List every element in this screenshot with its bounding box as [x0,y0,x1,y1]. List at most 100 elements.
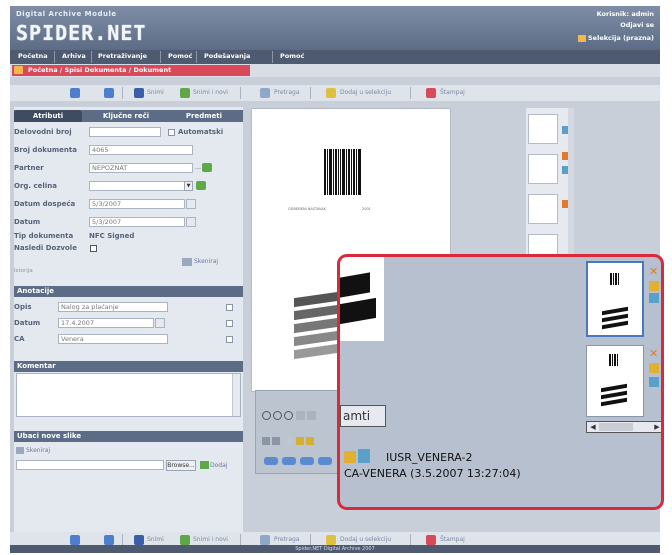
thumbnail-h-scrollbar[interactable]: ◀ ▶ [586,421,661,433]
back-icon[interactable] [70,535,80,545]
fast-forward-icon[interactable] [318,457,332,465]
save-button-bottom[interactable]: Snimi [147,536,164,543]
next-page-icon[interactable] [296,437,304,445]
opis-input[interactable]: Nalog za plaćanje [58,302,168,312]
save-new-icon[interactable] [180,88,190,98]
add-selection-icon[interactable] [326,88,336,98]
menu-podesavanja[interactable]: Podešavanja [204,52,250,60]
forward-icon[interactable] [104,535,114,545]
scrollbar[interactable] [232,374,240,416]
tab-kljucne-reci[interactable]: Ključne reči [88,110,164,122]
automatski-checkbox[interactable] [168,129,175,136]
chevron-down-icon[interactable]: ▼ [184,181,193,191]
datum-checkbox[interactable] [226,320,233,327]
key-icon[interactable] [649,363,659,373]
save-icon[interactable] [134,535,144,545]
menu-pretrazivanje[interactable]: Pretraživanje [98,52,147,60]
dospeca-input[interactable]: 5/3/2007 [89,199,185,209]
search-icon[interactable] [260,535,270,545]
org-select[interactable] [89,181,185,191]
zoom-out-icon[interactable] [273,411,282,420]
thumbnail-scrollbar[interactable] [568,108,574,258]
first-page-icon[interactable] [262,437,270,445]
anot-datum-input[interactable]: 17.4.2007 [58,318,154,328]
partner-input[interactable]: NEPOZNAT [89,163,193,173]
zoom-fit-icon[interactable] [284,411,293,420]
delete-icon[interactable]: ✕ [649,348,659,359]
prev-page-icon[interactable] [272,437,280,445]
print-button[interactable]: Štampaj [440,89,465,96]
sign-icon[interactable] [649,293,659,303]
rotate-right-icon[interactable] [307,411,316,420]
stairs-segment [340,272,370,298]
thumbnail-1[interactable] [528,114,558,144]
broj-input[interactable]: 4065 [89,145,193,155]
print-icon[interactable] [426,535,436,545]
opis-checkbox[interactable] [226,304,233,311]
scanner-icon[interactable] [16,447,24,454]
komentar-textarea[interactable] [16,373,241,417]
search-button-bottom[interactable]: Pretraga [274,536,300,543]
rotate-left-icon[interactable] [296,411,305,420]
rewind-icon[interactable] [264,457,278,465]
menu-pocetna[interactable]: Početna [18,52,48,60]
save-new-icon[interactable] [180,535,190,545]
scroll-right-icon[interactable]: ▶ [652,423,661,431]
skeniraj-button[interactable]: Skeniraj [194,258,218,265]
add-icon[interactable] [200,461,209,469]
selection-link[interactable]: Selekcija (prazna) [578,34,654,42]
calendar-icon[interactable] [186,199,196,209]
ca-checkbox[interactable] [226,336,233,343]
sign-icon[interactable] [649,377,659,387]
forward-arrow-icon[interactable] [300,457,314,465]
add-selection-button[interactable]: Dodaj u selekciju [340,89,391,96]
calendar-icon[interactable] [155,318,165,328]
thumbnail-2[interactable] [528,154,558,184]
zoomed-thumbnail-2[interactable] [586,345,644,417]
add-selection-button-bottom[interactable]: Dodaj u selekciju [340,536,391,543]
tab-predmeti[interactable]: Predmeti [166,110,242,122]
calendar-icon[interactable] [186,217,196,227]
partner-add-icon[interactable] [202,163,212,172]
menu-arhiva[interactable]: Arhiva [62,52,86,60]
tab-atributi[interactable]: Atributi [14,110,82,122]
search-button[interactable]: Pretraga [274,89,300,96]
save-new-button-bottom[interactable]: Snimi i novi [193,536,228,543]
last-page-icon[interactable] [306,437,314,445]
save-button[interactable]: Snimi [147,89,164,96]
scroll-left-icon[interactable]: ◀ [588,423,598,431]
thumbnail-3[interactable] [528,194,558,224]
selection-label: Selekcija (prazna) [588,34,654,42]
zoom-in-icon[interactable] [262,411,271,420]
dodaj-button[interactable]: Dodaj [210,462,227,469]
datum-input[interactable]: 5/3/2007 [89,217,185,227]
ca-input[interactable]: Venera [58,334,168,344]
logout-link[interactable]: Odjavi se [620,21,654,29]
partner-lookup-ellipsis[interactable]: … [195,164,201,172]
file-path-input[interactable] [16,460,164,470]
menu-divider [196,51,197,63]
scroll-thumb[interactable] [599,423,633,431]
add-selection-icon[interactable] [326,535,336,545]
key-icon[interactable] [649,281,659,291]
print-button-bottom[interactable]: Štampaj [440,536,465,543]
partial-button[interactable]: amti [340,405,386,427]
back-icon[interactable] [70,88,80,98]
print-icon[interactable] [426,88,436,98]
menu-pomoc-1[interactable]: Pomoć [168,52,192,60]
zoomed-thumbnail-1[interactable] [586,261,644,337]
delovodni-input[interactable] [89,127,161,137]
save-icon[interactable] [134,88,144,98]
istorija-link[interactable]: Istorija [14,268,33,274]
save-new-button[interactable]: Snimi i novi [193,89,228,96]
search-icon[interactable] [260,88,270,98]
ubaci-skeniraj-button[interactable]: Skeniraj [26,447,50,454]
delete-icon[interactable]: ✕ [649,266,659,277]
forward-icon[interactable] [104,88,114,98]
back-arrow-icon[interactable] [282,457,296,465]
browse-button[interactable]: Browse... [166,460,196,471]
scanner-icon[interactable] [182,258,192,266]
nasledi-checkbox[interactable] [90,245,97,252]
org-add-icon[interactable] [196,181,206,190]
menu-pomoc-2[interactable]: Pomoć [280,52,304,60]
